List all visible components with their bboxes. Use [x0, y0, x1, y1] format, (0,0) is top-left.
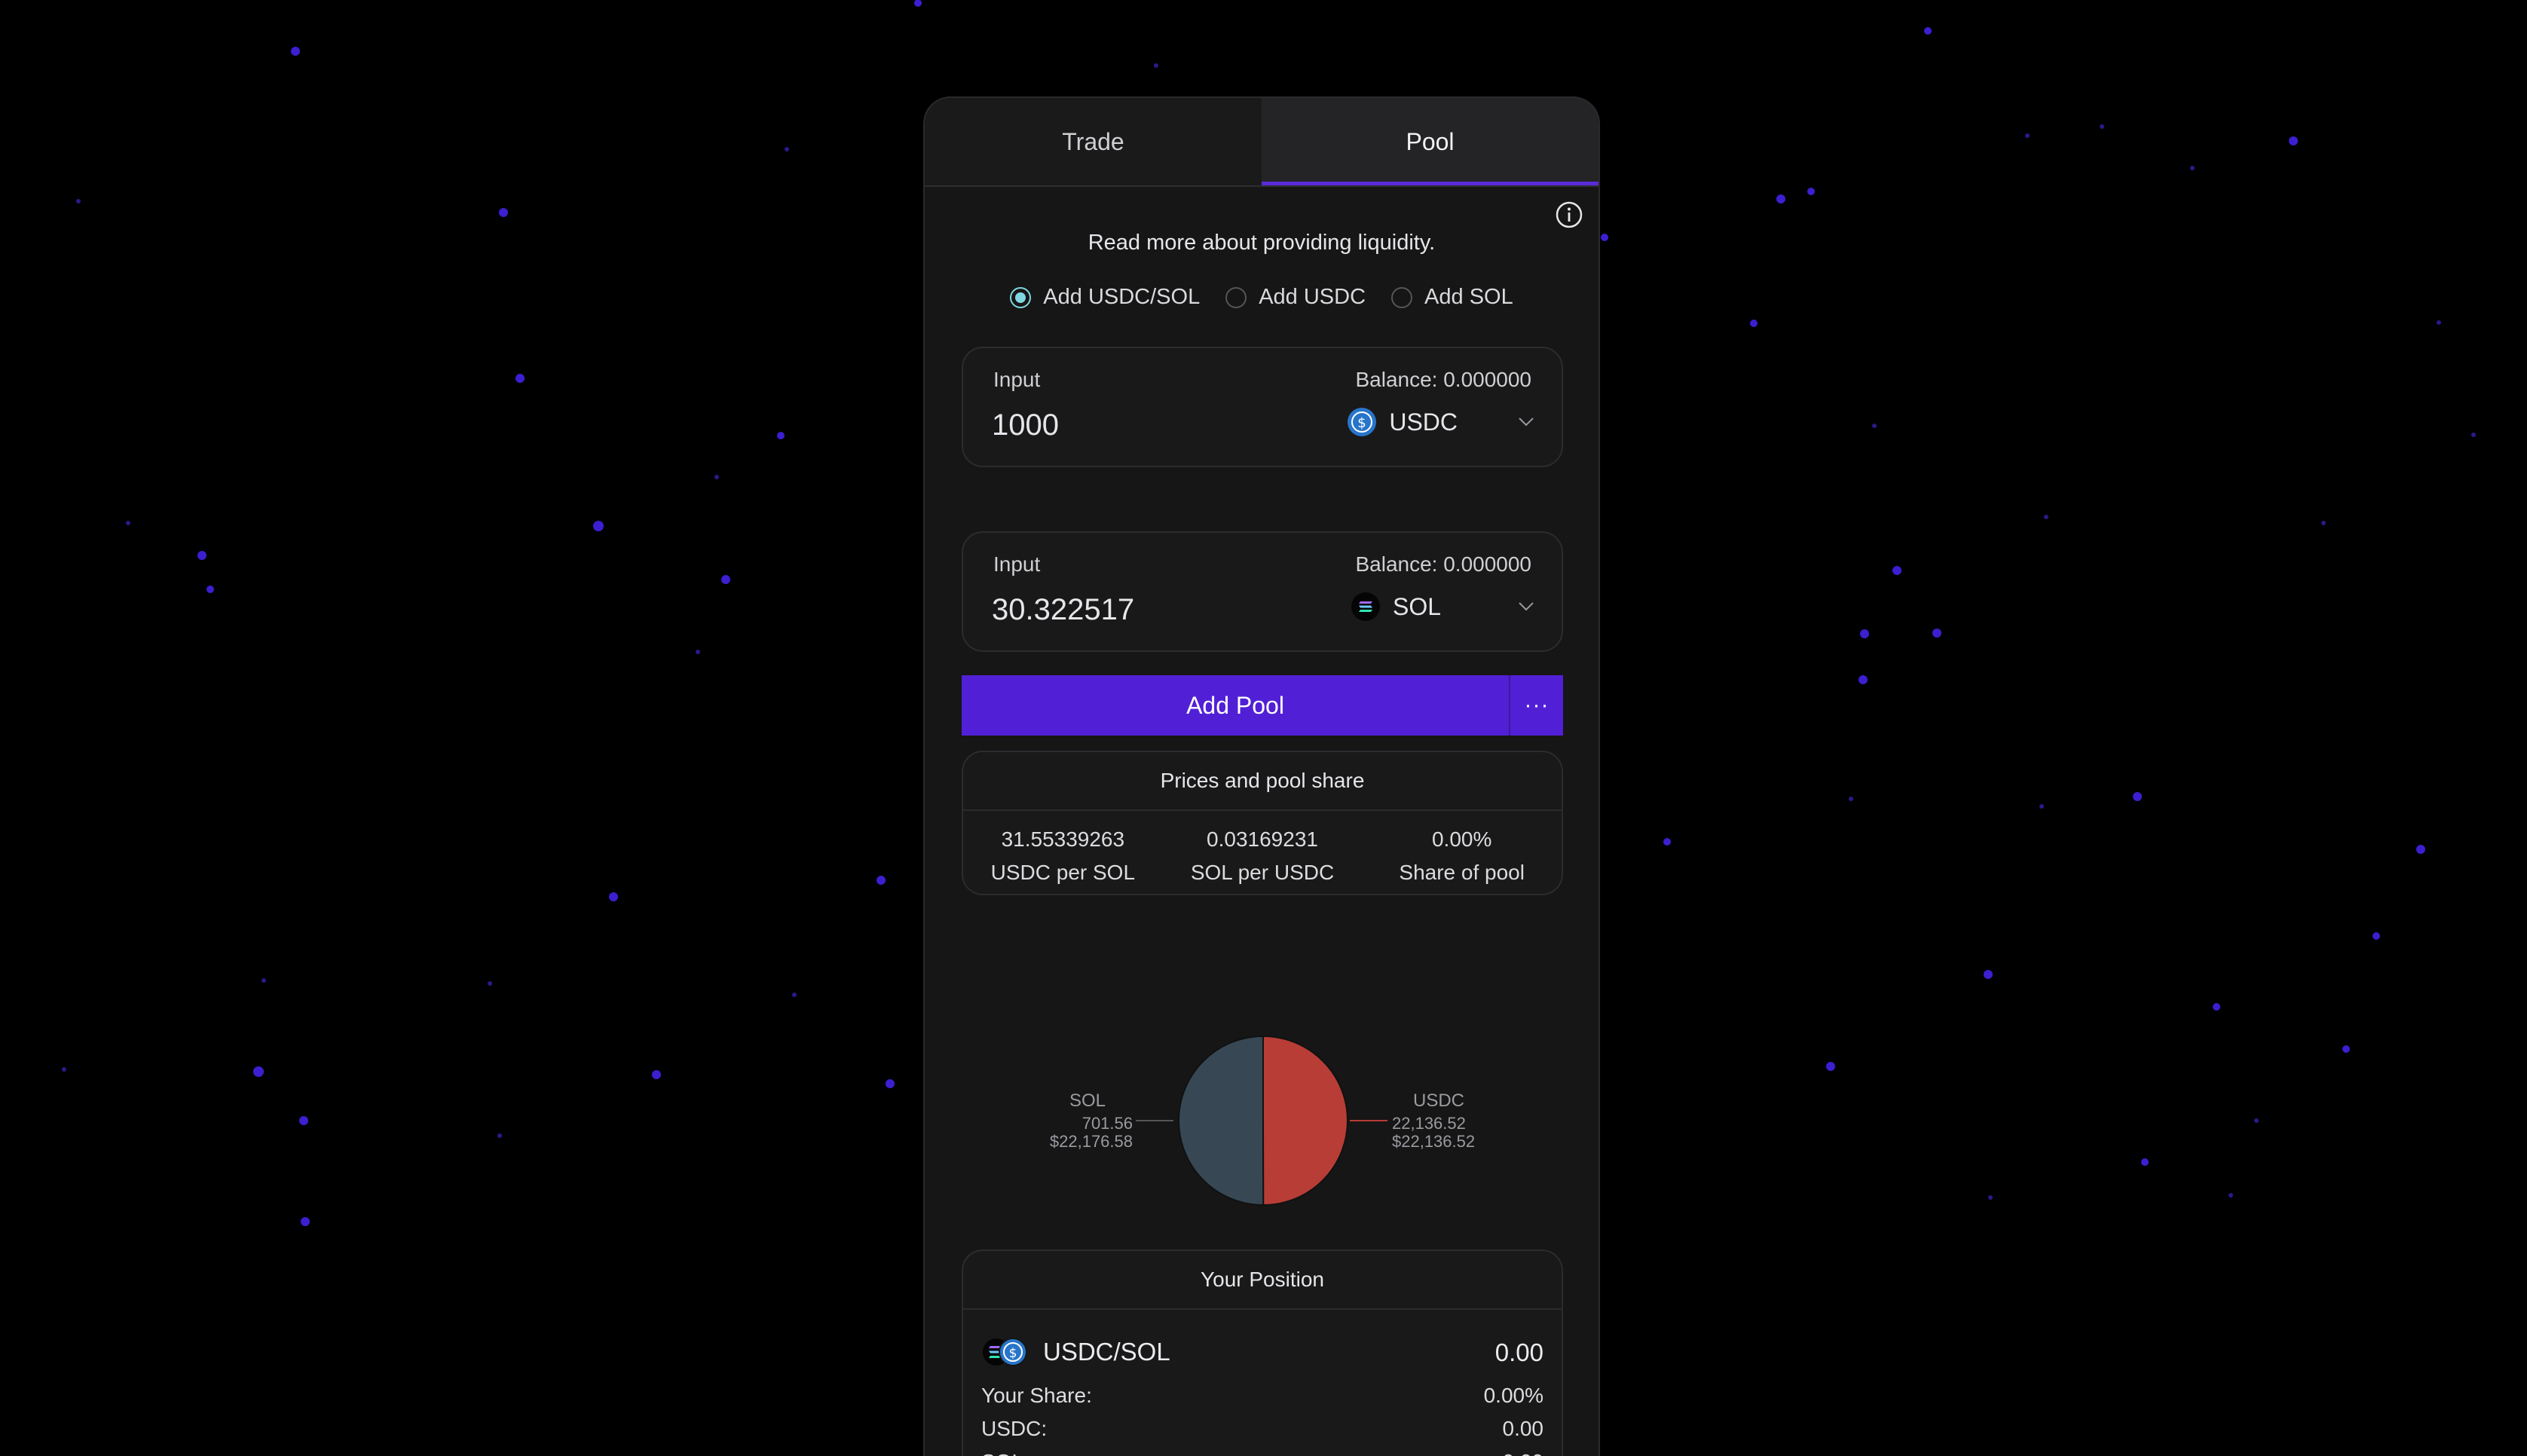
liquidity-panel: Trade Pool Read more about providing liq… [923, 96, 1600, 1456]
price-label: Share of pool [1399, 861, 1525, 884]
info-icon[interactable] [1555, 200, 1583, 229]
usdc-slice-usd: $22,136.52 [1392, 1132, 1475, 1151]
price-value: 0.00% [1431, 827, 1492, 851]
row-label: SOL: [981, 1450, 1029, 1456]
pie-slice-sol [1178, 1035, 1265, 1207]
price-label: SOL per USDC [1190, 861, 1335, 884]
balance-text: Balance: 0.000000 [1355, 552, 1531, 576]
sol-slice-name: SOL [1069, 1090, 1106, 1111]
usdc-amount-input[interactable] [992, 408, 1278, 442]
position-row-usdc: USDC: 0.00 [981, 1417, 1543, 1441]
your-position-panel: Your Position $ USDC/SOL 0.00 Your Share… [962, 1250, 1563, 1456]
price-sol-per-usdc: 0.03169231 SOL per USDC [1163, 823, 1363, 889]
sol-input-panel: Input Balance: 0.000000 SOL [962, 531, 1563, 652]
sol-amount-input[interactable] [992, 593, 1278, 627]
tab-trade[interactable]: Trade [925, 98, 1262, 185]
more-options-button[interactable]: ··· [1509, 675, 1563, 736]
share-of-pool: 0.00% Share of pool [1362, 823, 1562, 889]
pair-label: USDC/SOL [1043, 1338, 1170, 1366]
usdc-token-selector[interactable]: $ USDC [1347, 407, 1534, 437]
tab-pool[interactable]: Pool [1262, 98, 1598, 185]
radio-label: Add USDC [1259, 285, 1366, 309]
sol-icon [1351, 592, 1380, 621]
chevron-down-icon [1519, 602, 1534, 611]
sol-token-selector[interactable]: SOL [1351, 592, 1534, 622]
price-value: 31.55339263 [1001, 827, 1125, 851]
row-value: 0.00% [1483, 1384, 1543, 1407]
radio-unselected-icon [1391, 286, 1413, 308]
row-value: 0.00 [1503, 1450, 1544, 1456]
pool-composition-pie-chart: SOL 701.56 $22,176.58 USDC 22,136.52 $22… [925, 1026, 1598, 1215]
position-title: Your Position [963, 1251, 1562, 1310]
usdc-sol-pair-icon: $ [983, 1338, 1027, 1366]
add-pool-button-group: Add Pool ··· [962, 675, 1563, 736]
sol-slice-amount: 701.56 [1082, 1114, 1133, 1133]
usdc-icon: $ [1348, 408, 1377, 436]
price-value: 0.03169231 [1207, 827, 1318, 851]
token-label: SOL [1392, 592, 1441, 620]
radio-unselected-icon [1225, 286, 1247, 308]
pie-chart-svg: SOL 701.56 $22,176.58 USDC 22,136.52 $22… [1050, 1035, 1475, 1207]
add-pool-button[interactable]: Add Pool [962, 675, 1509, 736]
add-mode-radio-group: Add USDC/SOL Add USDC Add SOL [925, 285, 1598, 310]
input-label: Input [993, 368, 1041, 391]
row-value: 0.00 [1502, 1417, 1544, 1440]
pie-slice-usdc [1262, 1035, 1349, 1207]
position-pair: $ USDC/SOL [981, 1337, 1170, 1367]
read-more-link[interactable]: Read more about providing liquidity. [925, 231, 1598, 255]
chevron-down-icon [1519, 418, 1534, 427]
prices-pool-share-panel: Prices and pool share 31.55339263 USDC p… [962, 751, 1563, 895]
radio-add-usdc[interactable]: Add USDC [1225, 285, 1366, 310]
position-row-sol: SOL: 0.00 [981, 1450, 1543, 1456]
price-usdc-per-sol: 31.55339263 USDC per SOL [963, 823, 1163, 889]
position-row-share: Your Share: 0.00% [981, 1384, 1543, 1408]
input-label: Input [993, 552, 1041, 576]
usdc-slice-name: USDC [1413, 1090, 1464, 1111]
usdc-input-panel: Input Balance: 0.000000 $ USDC [962, 347, 1563, 467]
radio-add-usdc-sol[interactable]: Add USDC/SOL [1010, 285, 1200, 310]
usdc-slice-amount: 22,136.52 [1392, 1114, 1466, 1133]
tab-bar: Trade Pool [925, 98, 1598, 187]
row-label: USDC: [981, 1417, 1048, 1440]
radio-label: Add USDC/SOL [1043, 285, 1201, 309]
radio-selected-icon [1010, 286, 1032, 308]
sol-slice-usd: $22,176.58 [1050, 1132, 1133, 1151]
price-label: USDC per SOL [990, 861, 1136, 884]
token-label: USDC [1389, 408, 1458, 436]
radio-add-sol[interactable]: Add SOL [1391, 285, 1513, 310]
pair-value: 0.00 [1494, 1338, 1543, 1366]
svg-text:$: $ [1009, 1346, 1017, 1361]
prices-title: Prices and pool share [963, 752, 1562, 811]
svg-text:$: $ [1358, 415, 1366, 431]
radio-label: Add SOL [1424, 285, 1513, 309]
balance-text: Balance: 0.000000 [1355, 368, 1531, 391]
row-label: Your Share: [981, 1384, 1092, 1407]
